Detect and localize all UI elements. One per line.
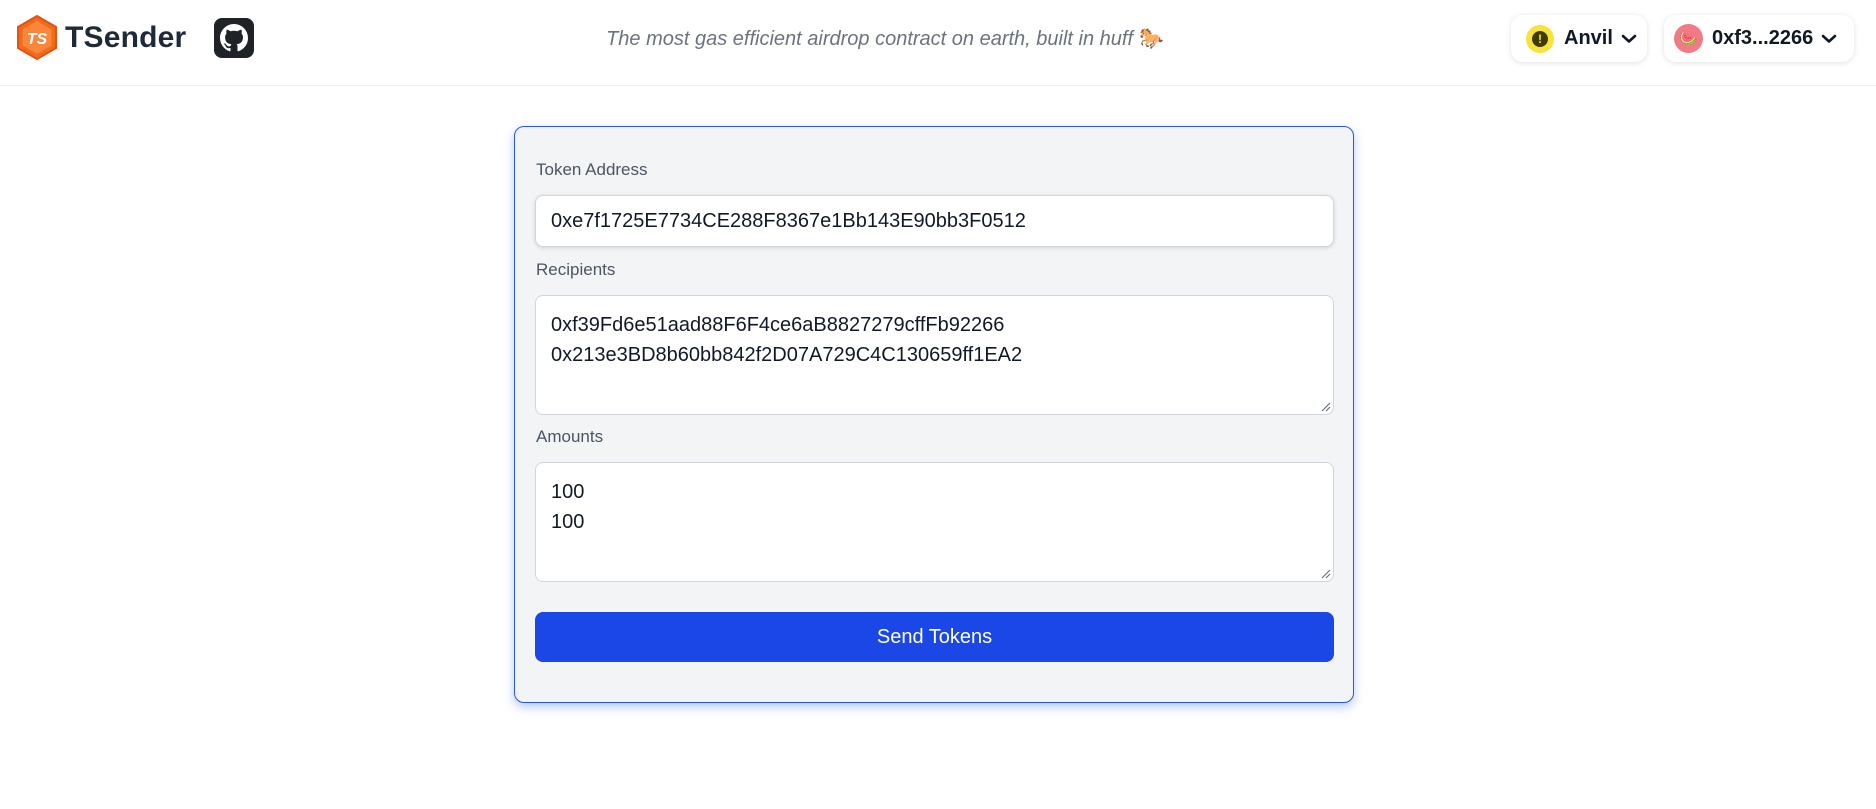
amount-line: 100 [551, 481, 585, 503]
account-avatar: 🍉 [1674, 24, 1703, 53]
amounts-label: Amounts [536, 427, 604, 446]
brand-name: TSender [65, 20, 187, 54]
recipient-line: 0xf39Fd6e51aad88F6F4ce6aB8827279cffFb922… [551, 314, 1005, 336]
tagline-text: The most gas efficient airdrop contract … [606, 28, 1134, 50]
send-tokens-button[interactable]: Send Tokens [535, 612, 1334, 662]
token-address-label: Token Address [536, 160, 648, 179]
tagline: The most gas efficient airdrop contract … [520, 26, 1250, 51]
github-link-button[interactable] [214, 18, 254, 58]
github-icon [220, 24, 248, 52]
recipient-line: 0x213e3BD8b60bb842f2D07A729C4C130659ff1E… [551, 344, 1023, 366]
app-header: TS TSender The most gas efficient airdro… [0, 0, 1876, 86]
resize-handle-icon[interactable] [1319, 567, 1331, 579]
token-address-input[interactable] [535, 195, 1334, 247]
network-name: Anvil [1564, 27, 1613, 49]
tsender-logo-icon: TS [17, 15, 57, 60]
logo-text: TS [27, 31, 48, 48]
chevron-down-icon [1821, 34, 1837, 43]
recipients-label: Recipients [536, 260, 616, 279]
recipients-textarea[interactable]: 0xf39Fd6e51aad88F6F4ce6aB8827279cffFb922… [535, 295, 1334, 415]
airdrop-form-card: Token Address Recipients 0xf39Fd6e51aad8… [514, 126, 1354, 703]
account-address: 0xf3...2266 [1712, 27, 1814, 49]
account-button[interactable]: 🍉 0xf3...2266 [1664, 15, 1854, 62]
amount-line: 100 [551, 511, 585, 533]
horse-emoji-icon: 🐎 [1139, 28, 1164, 50]
chevron-down-icon [1621, 34, 1637, 43]
resize-handle-icon[interactable] [1319, 400, 1331, 412]
network-selector-button[interactable]: ! Anvil [1511, 15, 1647, 62]
warning-icon: ! [1526, 24, 1554, 53]
amounts-textarea[interactable]: 100 100 [535, 462, 1334, 582]
brand[interactable]: TS TSender [16, 15, 186, 60]
